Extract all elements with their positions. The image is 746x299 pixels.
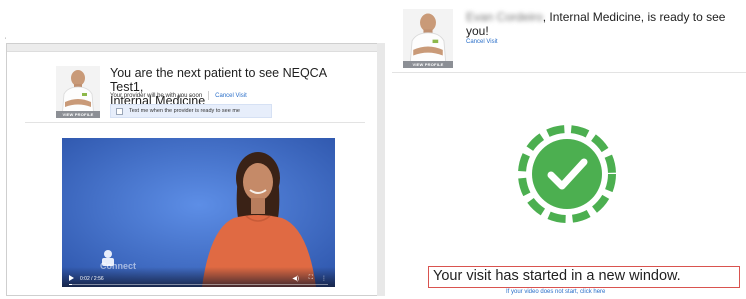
waiting-room-panel: VIEW PROFILE You are the next patient to…	[6, 43, 384, 296]
play-icon[interactable]	[69, 275, 74, 281]
provider-avatar-right[interactable]: VIEW PROFILE	[403, 9, 453, 68]
title-line-1: You are the next patient to see NEQCA Te…	[110, 66, 327, 94]
cancel-visit-link[interactable]: Cancel Visit	[466, 39, 498, 45]
cancel-visit-link[interactable]: Cancel Visit	[215, 93, 247, 99]
view-profile-label: VIEW PROFILE	[56, 111, 100, 118]
page-title: You are the next patient to see NEQCA Te…	[110, 66, 350, 108]
text-me-option[interactable]: Text me when the provider is ready to se…	[110, 104, 272, 118]
title-rest: , Internal Medicine, is ready to see	[542, 10, 726, 24]
video-player[interactable]: Connect 0:02 / 2:56 ◀) ⛶ ⋮	[62, 138, 335, 287]
video-time: 0:02 / 2:56	[80, 276, 104, 282]
check-circle-icon	[518, 125, 616, 223]
video-controls: 0:02 / 2:56 ◀) ⛶ ⋮	[62, 267, 335, 287]
fullscreen-icon[interactable]: ⛶	[309, 275, 313, 282]
status-row: Your provider will be with you soon Canc…	[110, 91, 247, 100]
video-fallback-link[interactable]: If your video does not start, click here	[506, 289, 605, 295]
provider-name: Evan Cordeiro	[466, 10, 543, 24]
video-progress-bar[interactable]	[69, 284, 328, 285]
divider	[392, 72, 746, 73]
provider-avatar[interactable]: VIEW PROFILE	[56, 66, 100, 118]
volume-icon[interactable]: ◀)	[292, 275, 299, 282]
title-line-2: you!	[466, 24, 489, 38]
visit-started-message: Your visit has started in a new window.	[428, 266, 740, 288]
divider	[208, 91, 210, 100]
text-me-checkbox[interactable]	[116, 107, 123, 115]
provider-photo-icon	[403, 9, 453, 68]
provider-ready-title: Evan Cordeiro, Internal Medicine, is rea…	[466, 10, 741, 38]
panel-divider	[377, 43, 385, 296]
more-options-icon[interactable]: ⋮	[321, 275, 327, 282]
view-profile-label: VIEW PROFILE	[403, 61, 453, 68]
divider	[25, 122, 365, 123]
panel-top-bar	[7, 44, 384, 52]
screen: ' VIEW PROFILE You are the next patient …	[0, 0, 746, 299]
status-text: Your provider will be with you soon	[110, 92, 203, 99]
text-me-label: Text me when the provider is ready to se…	[129, 108, 240, 114]
video-progress-fill	[69, 284, 73, 285]
